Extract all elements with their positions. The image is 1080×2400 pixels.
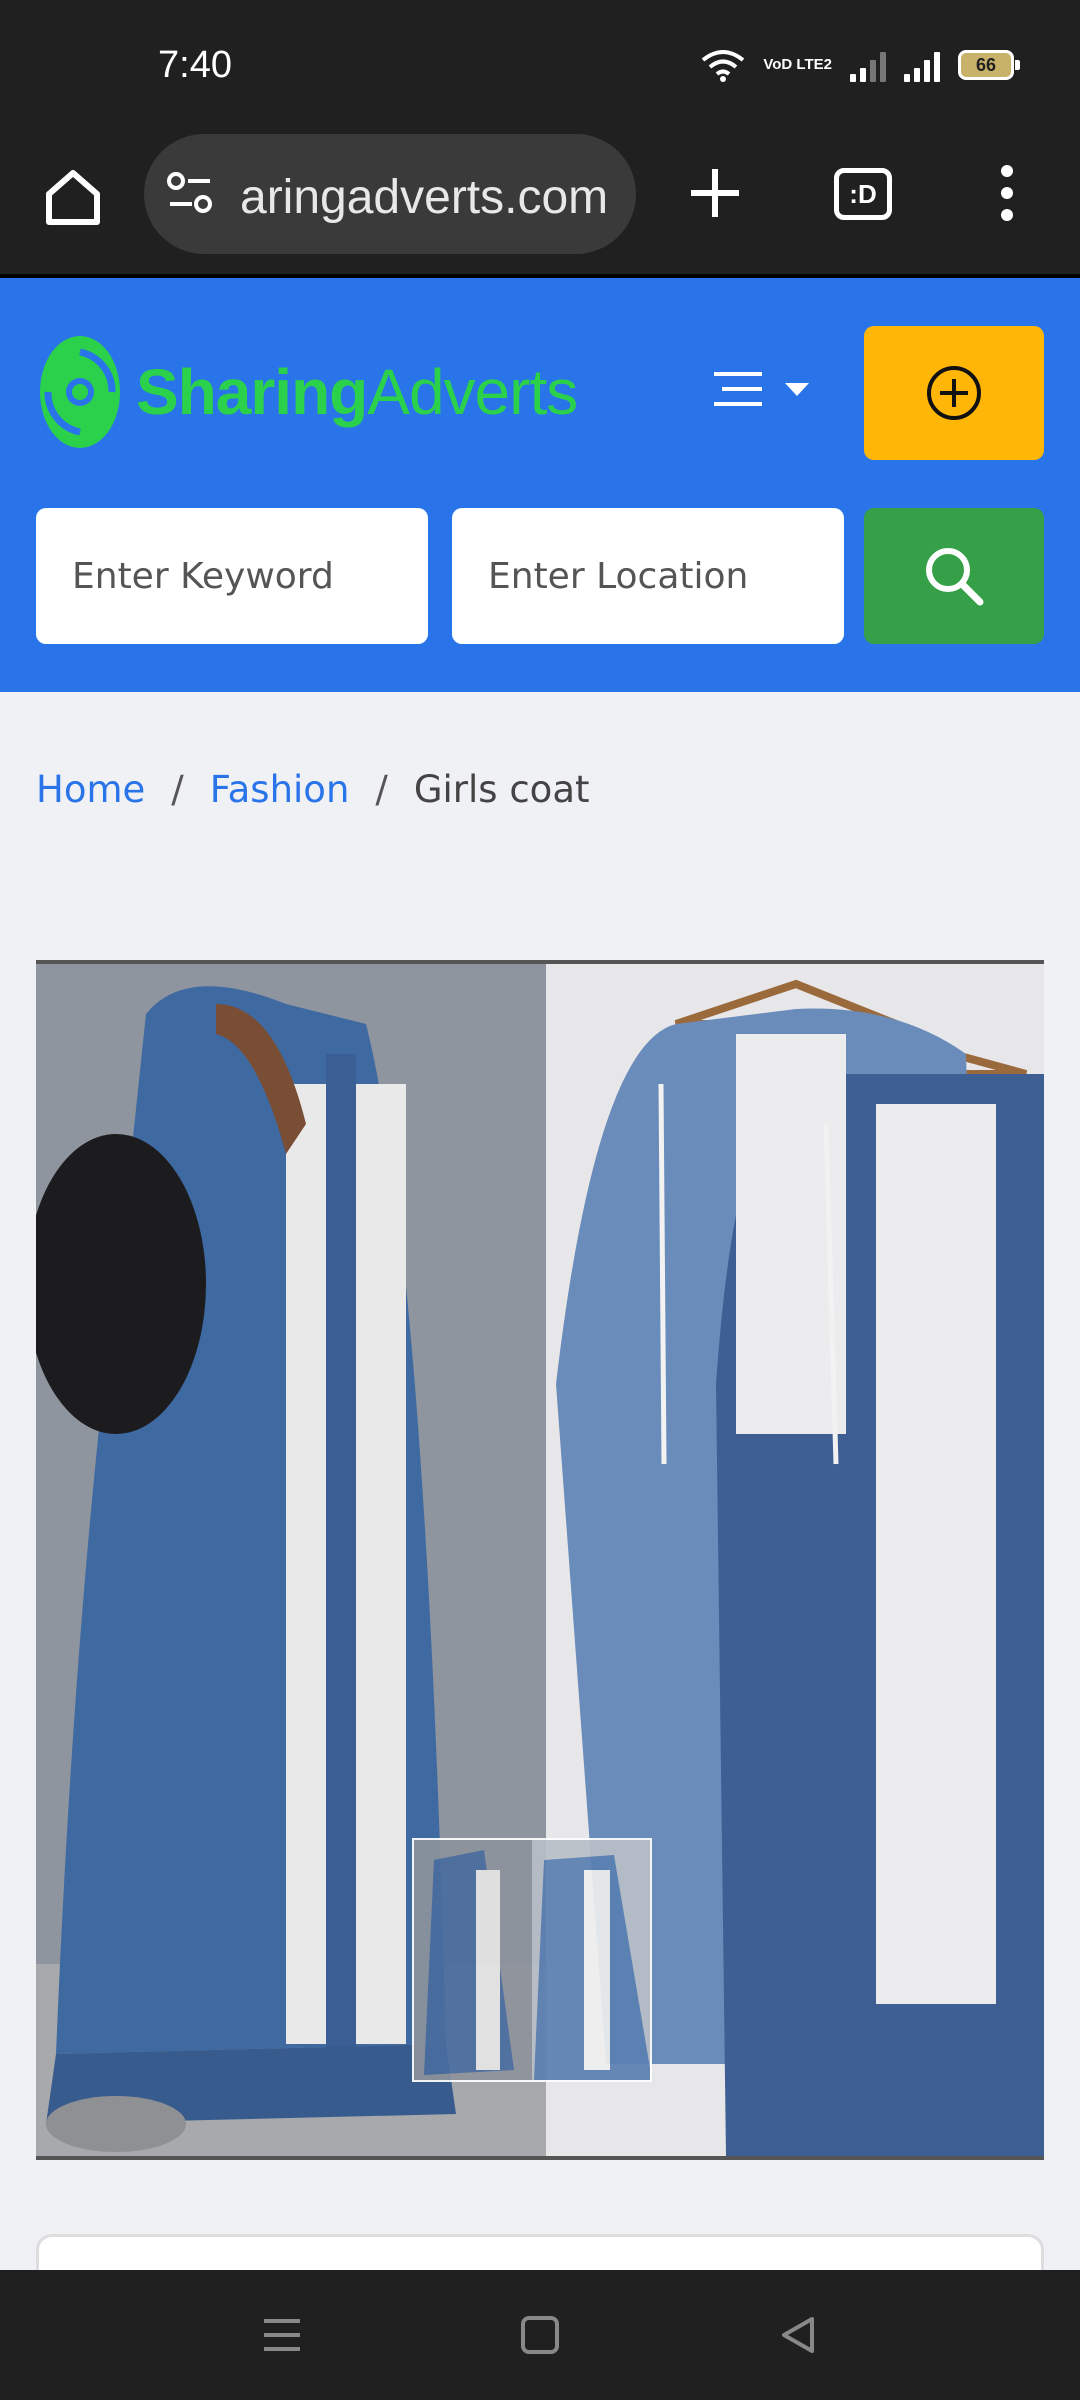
search-icon xyxy=(926,548,984,606)
search-button[interactable] xyxy=(864,508,1044,644)
wifi-icon xyxy=(702,50,745,82)
keyword-search-input[interactable] xyxy=(36,508,428,644)
browser-menu-button[interactable] xyxy=(990,158,1024,228)
browser-home-button[interactable] xyxy=(38,162,108,232)
breadcrumb-separator: / xyxy=(171,768,184,811)
menu-dot xyxy=(1001,209,1013,221)
status-icons: VoD LTE2 66 xyxy=(701,48,1020,82)
breadcrumb-category-link[interactable]: Fashion xyxy=(210,768,350,811)
url-text: aringadverts.com xyxy=(240,171,609,224)
battery-icon: 66 xyxy=(958,50,1020,80)
back-triangle-icon xyxy=(782,2317,814,2353)
ad-details-card xyxy=(36,2234,1044,2270)
gallery-thumbnail[interactable] xyxy=(412,1838,652,2082)
tab-switcher-button[interactable]: :D xyxy=(834,168,892,220)
system-navigation-bar xyxy=(0,2270,1080,2400)
signal-icon-1 xyxy=(850,48,886,82)
back-button[interactable] xyxy=(768,2310,828,2360)
recents-button[interactable] xyxy=(252,2310,312,2360)
site-header: SharingAdverts xyxy=(0,278,1080,692)
recents-icon xyxy=(264,2319,300,2351)
site-settings-icon[interactable] xyxy=(166,170,214,216)
home-icon xyxy=(46,170,100,225)
breadcrumb-home-link[interactable]: Home xyxy=(36,768,145,811)
breadcrumb: Home / Fashion / Girls coat xyxy=(36,768,590,811)
menu-lines-icon xyxy=(714,372,762,406)
address-bar[interactable]: aringadverts.com xyxy=(144,134,636,254)
browser-toolbar: aringadverts.com :D xyxy=(0,132,1080,278)
logo-text-bold: Sharing xyxy=(136,356,368,428)
logo-text: SharingAdverts xyxy=(136,355,578,429)
status-bar: 7:40 VoD LTE2 66 xyxy=(0,0,1080,132)
home-button[interactable] xyxy=(510,2310,570,2360)
location-search-input[interactable] xyxy=(452,508,844,644)
product-image-gallery[interactable] xyxy=(36,960,1044,2160)
battery-level: 66 xyxy=(975,54,997,75)
menu-dot xyxy=(1001,187,1013,199)
post-ad-button[interactable] xyxy=(864,326,1044,460)
logo-icon xyxy=(40,336,120,448)
home-square-icon xyxy=(521,2316,559,2354)
nav-menu-toggle[interactable] xyxy=(712,370,810,408)
logo-text-light: Adverts xyxy=(367,356,578,428)
site-logo[interactable]: SharingAdverts xyxy=(38,334,578,450)
new-tab-button[interactable] xyxy=(680,158,750,228)
breadcrumb-separator: / xyxy=(375,768,388,811)
status-time: 7:40 xyxy=(158,44,232,86)
breadcrumb-current: Girls coat xyxy=(413,768,590,811)
signal-icon-2 xyxy=(904,48,940,82)
volte-indicator: VoD LTE2 xyxy=(763,56,832,73)
caret-down-icon xyxy=(785,383,809,396)
plus-icon xyxy=(691,169,739,217)
menu-dot xyxy=(1001,165,1013,177)
thumbnail-image xyxy=(414,1840,650,2080)
plus-circle-icon xyxy=(927,366,981,420)
page-content: Home / Fashion / Girls coat xyxy=(0,692,1080,2270)
